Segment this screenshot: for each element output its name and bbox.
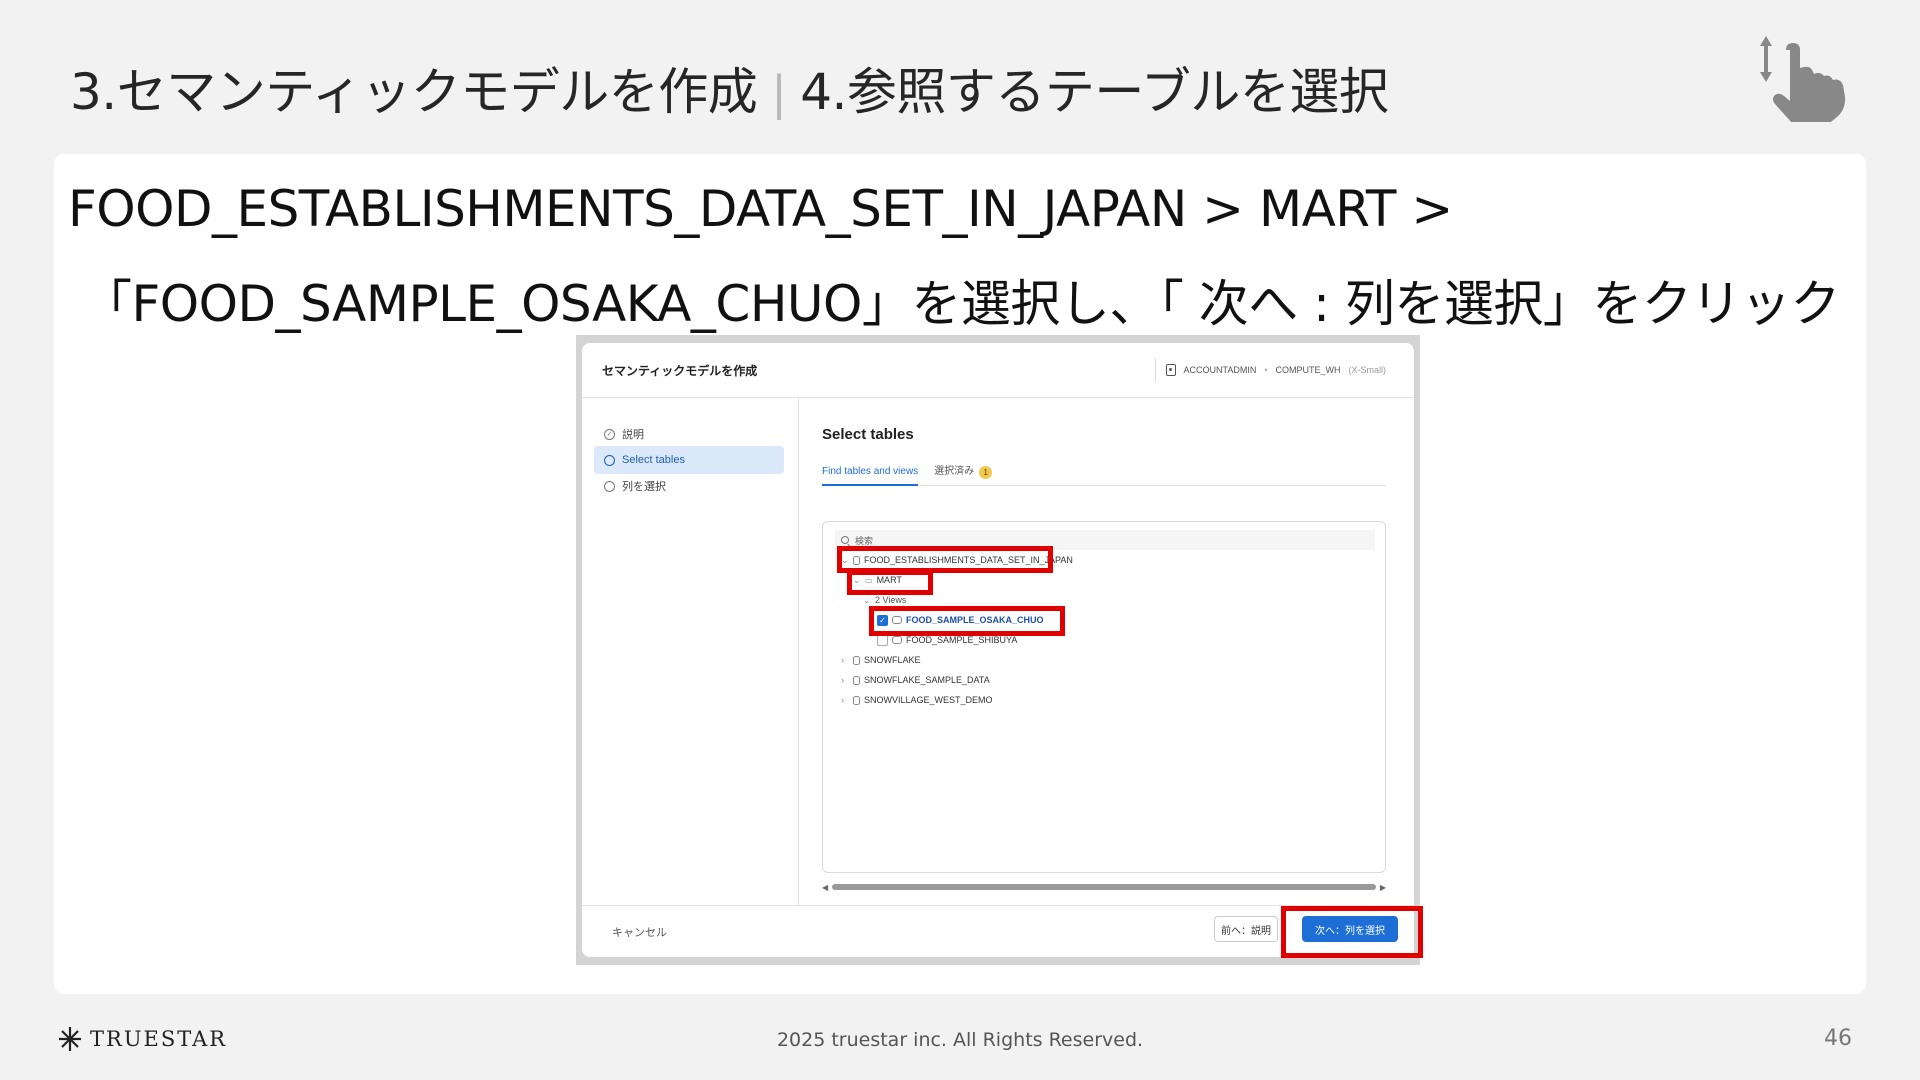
chevron-right-icon: ›: [841, 655, 844, 665]
dialog-title: セマンティックモデルを作成: [602, 363, 758, 378]
role-icon: [1165, 364, 1176, 376]
title-right: 4.参照するテーブルを選択: [800, 63, 1389, 121]
step-select-tables[interactable]: Select tables: [594, 446, 784, 474]
highlight-box-database: [837, 546, 1053, 573]
tree-item-label: SNOWFLAKE: [864, 655, 921, 665]
check-circle-icon: ✓: [604, 428, 615, 440]
search-icon: [841, 536, 849, 544]
tab-find-tables[interactable]: Find tables and views: [822, 462, 919, 486]
view-icon: [892, 636, 902, 644]
step-label: Select tables: [622, 454, 685, 466]
steps-sidebar: ✓ 説明 Select tables 列を選択: [582, 398, 799, 905]
database-icon: [853, 695, 860, 705]
horizontal-scrollbar[interactable]: ◀ ▶: [822, 882, 1386, 892]
step-select-columns[interactable]: 列を選択: [594, 472, 784, 500]
tab-selected[interactable]: 選択済み 1: [934, 462, 993, 486]
checkbox-unchecked[interactable]: [877, 634, 888, 646]
tree-item-label: FOOD_SAMPLE_SHIBUYA: [906, 635, 1018, 645]
tree-item-db-snowflake[interactable]: › SNOWFLAKE: [841, 652, 921, 668]
dialog-main: Select tables Find tables and views 選択済み…: [799, 398, 1414, 905]
embedded-screenshot: セマンティックモデルを作成 ACCOUNTADMIN • COMPUTE_WH (…: [576, 335, 1420, 965]
tree-item-label: SNOWVILLAGE_WEST_DEMO: [864, 695, 993, 705]
database-icon: [853, 655, 860, 665]
swipe-hand-icon: [1760, 36, 1846, 122]
scrollbar-thumb[interactable]: [832, 884, 1376, 890]
search-placeholder: 検索: [855, 535, 874, 546]
page-number: 46: [1824, 1026, 1852, 1051]
database-icon: [853, 675, 860, 685]
title-left: 3.セマンティックモデルを作成: [70, 63, 758, 121]
section-title: Select tables: [822, 426, 914, 443]
copyright-text: 2025 truestar inc. All Rights Reserved.: [776, 1029, 1144, 1051]
tree-item-db-sample[interactable]: › SNOWFLAKE_SAMPLE_DATA: [841, 672, 990, 688]
highlight-box-view: [869, 606, 1065, 636]
back-button[interactable]: 前へ：説明: [1214, 916, 1278, 942]
tab-bar: Find tables and views 選択済み 1: [822, 462, 1386, 486]
highlight-box-schema: [847, 570, 933, 595]
chevron-right-icon: ›: [841, 695, 844, 705]
step-description[interactable]: ✓ 説明: [594, 420, 784, 448]
tree-item-db-village[interactable]: › SNOWVILLAGE_WEST_DEMO: [841, 692, 993, 708]
highlight-box-next-button: [1281, 906, 1423, 958]
step-label: 説明: [622, 429, 644, 441]
role-name: ACCOUNTADMIN: [1183, 365, 1257, 375]
scroll-left-icon[interactable]: ◀: [822, 883, 828, 892]
tab-label: Find tables and views: [822, 466, 919, 477]
warehouse-name: COMPUTE_WH: [1275, 365, 1341, 375]
cancel-button[interactable]: キャンセル: [612, 924, 667, 940]
warehouse-size: (X-Small): [1348, 365, 1387, 375]
slide-title: 3.セマンティックモデルを作成 | 4.参照するテーブルを選択: [70, 52, 1389, 124]
tab-label: 選択済み: [934, 466, 975, 477]
chevron-down-icon: ⌄: [863, 594, 871, 605]
dialog-header: セマンティックモデルを作成 ACCOUNTADMIN • COMPUTE_WH (…: [582, 343, 1414, 398]
selected-count-badge: 1: [979, 466, 993, 479]
tree-item-label: SNOWFLAKE_SAMPLE_DATA: [864, 675, 990, 685]
title-separator: |: [771, 66, 787, 120]
meta-separator: •: [1264, 365, 1268, 375]
create-semantic-model-dialog: セマンティックモデルを作成 ACCOUNTADMIN • COMPUTE_WH (…: [582, 343, 1414, 957]
tree-item-label: 2 Views: [875, 595, 907, 605]
instruction-path: FOOD_ESTABLISHMENTS_DATA_SET_IN_JAPAN > …: [68, 180, 1453, 238]
circle-icon: [604, 454, 615, 466]
scroll-right-icon[interactable]: ▶: [1380, 883, 1386, 892]
step-label: 列を選択: [622, 481, 666, 493]
object-tree: 検索 ⌄ FOOD_ESTABLISHMENTS_DATA_SET_IN_JAP…: [822, 521, 1386, 873]
context-selector[interactable]: ACCOUNTADMIN • COMPUTE_WH (X-Small): [1154, 358, 1387, 382]
chevron-right-icon: ›: [841, 675, 844, 685]
circle-icon: [604, 480, 615, 492]
instruction-action: 「FOOD_SAMPLE_OSAKA_CHUO」を選択し、「 次へ : 列を選択…: [82, 275, 1840, 333]
